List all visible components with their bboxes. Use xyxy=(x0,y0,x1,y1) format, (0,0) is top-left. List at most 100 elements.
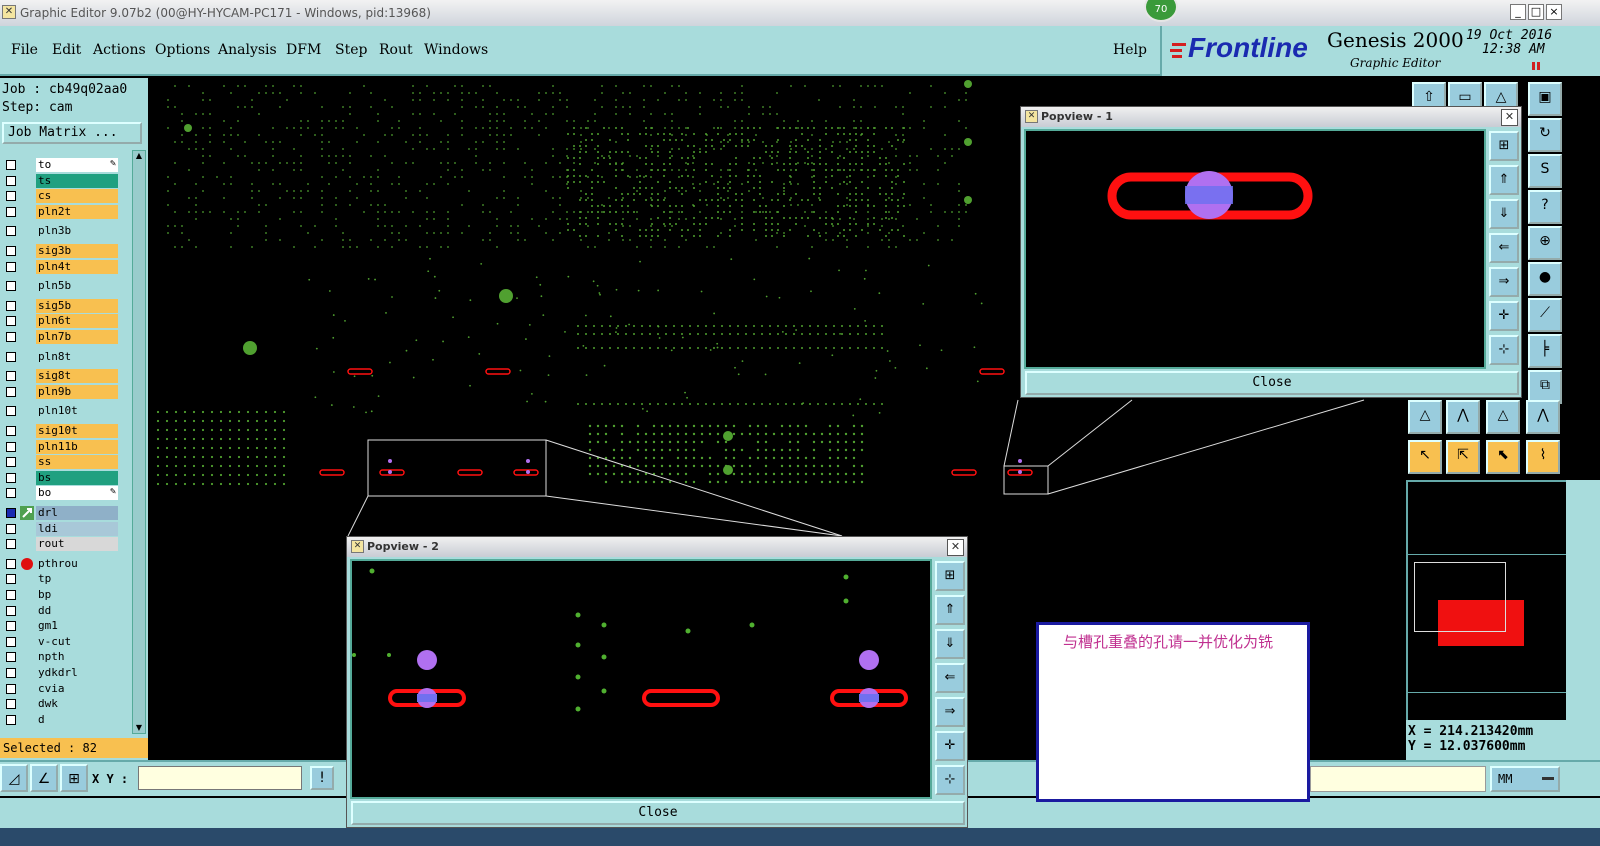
layer-row[interactable]: pln6t xyxy=(2,314,118,329)
help-icon[interactable]: ? xyxy=(1528,190,1562,224)
layer-checkbox[interactable] xyxy=(6,175,16,186)
popview-1-canvas[interactable] xyxy=(1024,129,1486,369)
xy-input[interactable] xyxy=(138,766,302,790)
layer-row[interactable]: pln7b xyxy=(2,330,118,344)
layer-checkbox[interactable] xyxy=(6,226,16,237)
pan-left-icon[interactable]: ⇐ xyxy=(935,663,965,693)
minimize-button[interactable]: _ xyxy=(1510,4,1526,20)
snap-icon[interactable]: ◿ xyxy=(0,764,28,792)
layer-checkbox[interactable] xyxy=(6,191,16,202)
layer-checkbox[interactable] xyxy=(6,300,16,311)
popview-2-close-button[interactable]: Close xyxy=(351,801,965,825)
menu-rout[interactable]: Rout xyxy=(379,42,413,58)
layer-checkbox[interactable] xyxy=(6,683,16,694)
page-down-icon[interactable]: ⇓ xyxy=(935,629,965,659)
layer-row[interactable]: cvia xyxy=(2,681,118,696)
layer-row[interactable]: pln9b xyxy=(2,384,118,399)
layer-checkbox[interactable] xyxy=(6,351,16,362)
menu-help[interactable]: Help xyxy=(1113,42,1147,58)
layer-checkbox[interactable] xyxy=(6,558,16,569)
popview-1-close-button[interactable]: Close xyxy=(1025,371,1519,395)
menu-file[interactable]: File xyxy=(11,42,38,58)
layer-row[interactable]: pln4t xyxy=(2,259,118,274)
select-icon[interactable]: ⇱ xyxy=(1446,440,1480,474)
layer-row[interactable]: sig10t xyxy=(2,424,118,438)
snap-point-icon[interactable]: ⟋ xyxy=(1528,298,1562,332)
layer-row[interactable]: ldi xyxy=(2,521,118,536)
arc-right-icon[interactable]: △ xyxy=(1486,400,1520,434)
layer-checkbox[interactable] xyxy=(6,472,16,483)
menu-edit[interactable]: Edit xyxy=(52,42,81,58)
layer-row[interactable]: pln8t xyxy=(2,349,118,364)
menu-step[interactable]: Step xyxy=(335,42,367,58)
layer-row[interactable]: pthrou xyxy=(2,556,118,571)
zoom-fit-icon[interactable]: ⊞ xyxy=(1489,131,1519,161)
layer-checkbox[interactable] xyxy=(6,699,16,710)
layer-checkbox[interactable] xyxy=(6,441,16,452)
layer-row[interactable]: bo ✎ xyxy=(2,486,118,501)
zoom-in-icon[interactable]: ✛ xyxy=(1489,301,1519,331)
layer-row[interactable]: bp xyxy=(2,588,118,602)
layer-checkbox[interactable] xyxy=(6,206,16,217)
menu-options[interactable]: Options xyxy=(155,42,210,58)
arc-top-icon[interactable]: ⋀ xyxy=(1526,400,1560,434)
job-matrix-button[interactable]: Job Matrix ... xyxy=(2,122,142,144)
split-icon[interactable]: ╞ xyxy=(1528,334,1562,368)
layer-row[interactable]: d xyxy=(2,712,118,727)
layer-checkbox[interactable] xyxy=(6,652,16,663)
stack-icon[interactable]: S xyxy=(1528,154,1562,188)
pan-left-icon[interactable]: ⇐ xyxy=(1489,233,1519,263)
layer-row[interactable]: ydkdrl xyxy=(2,666,118,680)
arc-left-icon[interactable]: △ xyxy=(1408,400,1442,434)
arc-mid-icon[interactable]: ⋀ xyxy=(1446,400,1480,434)
layer-checkbox[interactable] xyxy=(6,261,16,272)
maximize-button[interactable]: □ xyxy=(1528,4,1544,20)
layer-checkbox[interactable] xyxy=(6,523,16,534)
layer-row[interactable]: cs xyxy=(2,189,118,204)
layer-row[interactable]: v-cut xyxy=(2,634,118,649)
layer-checkbox[interactable] xyxy=(6,668,16,678)
layer-checkbox[interactable] xyxy=(6,426,16,436)
page-up-icon[interactable]: ⇑ xyxy=(935,595,965,625)
route-icon[interactable]: ⌇ xyxy=(1526,440,1560,474)
zoom-out-icon[interactable]: ⊹ xyxy=(935,765,965,795)
layer-row[interactable]: drl xyxy=(2,506,118,520)
layer-row[interactable]: ss xyxy=(2,455,118,470)
popview-2-canvas[interactable] xyxy=(350,559,932,799)
layer-checkbox[interactable] xyxy=(6,332,16,342)
layer-row[interactable]: pln2t xyxy=(2,204,118,219)
scroll-down-icon[interactable]: ▼ xyxy=(134,723,144,733)
popview-1-close-x[interactable]: ✕ xyxy=(1501,109,1518,126)
layer-row[interactable]: pln11b xyxy=(2,439,118,454)
layer-checkbox[interactable] xyxy=(6,246,16,256)
net-icon[interactable]: ⧉ xyxy=(1528,370,1562,404)
overview-viewport[interactable] xyxy=(1414,562,1506,632)
layer-row[interactable]: bs xyxy=(2,470,118,485)
layer-row[interactable]: pln3b xyxy=(2,224,118,239)
layer-checkbox[interactable] xyxy=(6,605,16,616)
window-icon[interactable]: ▣ xyxy=(1528,82,1562,116)
layer-row[interactable]: dd xyxy=(2,603,118,618)
pointer-icon[interactable]: ↖ xyxy=(1408,440,1442,474)
page-up-icon[interactable]: ⇑ xyxy=(1489,165,1519,195)
grid-icon[interactable]: ⊞ xyxy=(60,764,88,792)
layer-checkbox[interactable] xyxy=(6,590,16,600)
layer-checkbox[interactable] xyxy=(6,539,16,550)
overview-map[interactable] xyxy=(1406,480,1568,720)
measure-icon[interactable]: ∠ xyxy=(30,764,58,792)
popview-2-close-x[interactable]: ✕ xyxy=(947,539,964,556)
layer-checkbox[interactable] xyxy=(6,316,16,327)
warning-icon[interactable]: ! xyxy=(310,766,334,790)
layer-row[interactable]: npth xyxy=(2,650,118,665)
layer-row[interactable]: sig5b xyxy=(2,298,118,313)
layer-checkbox[interactable] xyxy=(6,160,16,170)
refresh-icon[interactable]: ↻ xyxy=(1528,118,1562,152)
layer-checkbox[interactable] xyxy=(6,574,16,585)
point-icon[interactable]: ● xyxy=(1528,262,1562,296)
layer-row[interactable]: sig8t xyxy=(2,369,118,384)
layer-checkbox[interactable] xyxy=(6,281,16,292)
layer-row[interactable]: gm1 xyxy=(2,619,118,634)
layer-checkbox[interactable] xyxy=(6,714,16,725)
layer-row[interactable]: rout xyxy=(2,537,118,552)
layer-checkbox[interactable] xyxy=(6,371,16,382)
